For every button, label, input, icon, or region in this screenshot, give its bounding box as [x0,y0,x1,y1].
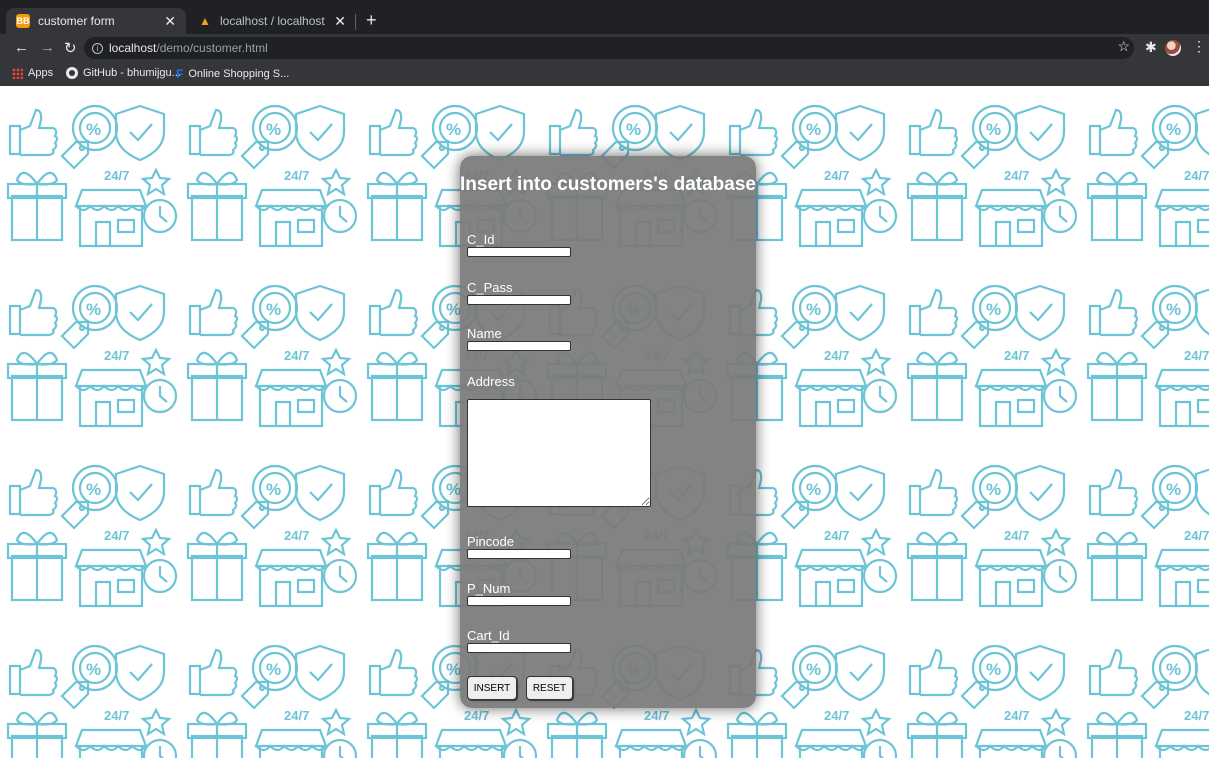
pincode-input[interactable] [467,549,571,559]
label-c-id: C_Id [467,232,495,247]
url-host: localhost [109,41,157,55]
address-bar[interactable]: i localhost/demo/customer.html ☆ [84,37,1134,59]
label-name: Name [467,326,502,341]
form-title: Insert into customers's database [460,174,756,195]
browser-menu-icon[interactable]: ⋮ [1192,38,1206,55]
apps-grid-icon [12,67,23,79]
tab-phpmyadmin[interactable]: ▲ localhost / localhost / ecomme ✕ [188,8,356,34]
bookmark-github[interactable]: GitHub - bhumijgu... [66,67,181,79]
shopping-site-icon: F [176,67,184,81]
new-tab-icon[interactable]: + [366,10,377,31]
tab-divider [355,14,356,30]
label-cart-id: Cart_Id [467,628,510,643]
c-id-input[interactable] [467,247,571,257]
c-pass-input[interactable] [467,295,571,305]
tab-title: customer form [38,14,115,28]
github-icon [66,67,78,79]
close-tab-icon[interactable]: ✕ [334,13,346,30]
bookmark-star-icon[interactable]: ☆ [1117,38,1130,55]
label-p-num: P_Num [467,581,511,596]
bookmark-label: GitHub - bhumijgu... [83,67,181,79]
browser-toolbar: ← → ↻ i localhost/demo/customer.html ☆ ✱… [0,34,1209,62]
p-num-input[interactable] [467,596,571,606]
bookmark-label: Apps [28,67,54,79]
label-c-pass: C_Pass [467,280,513,295]
customer-insert-form: Insert into customers's database C_Id C_… [460,156,756,708]
bookmark-online-shopping[interactable]: F Online Shopping S... [176,67,289,81]
page-viewport: % 24/7 Insert into customers's database … [0,86,1209,758]
bookmarks-bar: Apps GitHub - bhumijgu... F Online Shopp… [0,62,1209,86]
name-input[interactable] [467,341,571,351]
insert-button[interactable]: INSERT [467,676,517,700]
tab-customer-form[interactable]: BB customer form ✕ [6,8,186,34]
site-info-icon[interactable]: i [92,42,103,54]
forward-arrow-icon[interactable]: → [40,39,55,56]
cart-id-input[interactable] [467,643,571,653]
label-pincode: Pincode [467,534,514,549]
address-textarea[interactable] [467,399,651,507]
phpmyadmin-favicon-icon: ▲ [199,14,211,28]
label-address: Address [467,374,515,389]
site-favicon-icon: BB [16,14,30,28]
reset-button[interactable]: RESET [526,676,573,700]
close-tab-icon[interactable]: ✕ [164,13,176,30]
bookmark-label: Online Shopping S... [188,68,290,80]
extensions-puzzle-icon[interactable]: ✱ [1145,39,1157,56]
reload-icon[interactable]: ↻ [64,39,77,57]
profile-avatar[interactable] [1165,40,1181,56]
tab-bar: BB customer form ✕ ▲ localhost / localho… [0,0,1209,34]
tab-title: localhost / localhost / ecomme [220,14,328,28]
back-arrow-icon[interactable]: ← [14,39,29,56]
bookmark-apps[interactable]: Apps [12,67,53,79]
url-path: /demo/customer.html [156,41,268,55]
